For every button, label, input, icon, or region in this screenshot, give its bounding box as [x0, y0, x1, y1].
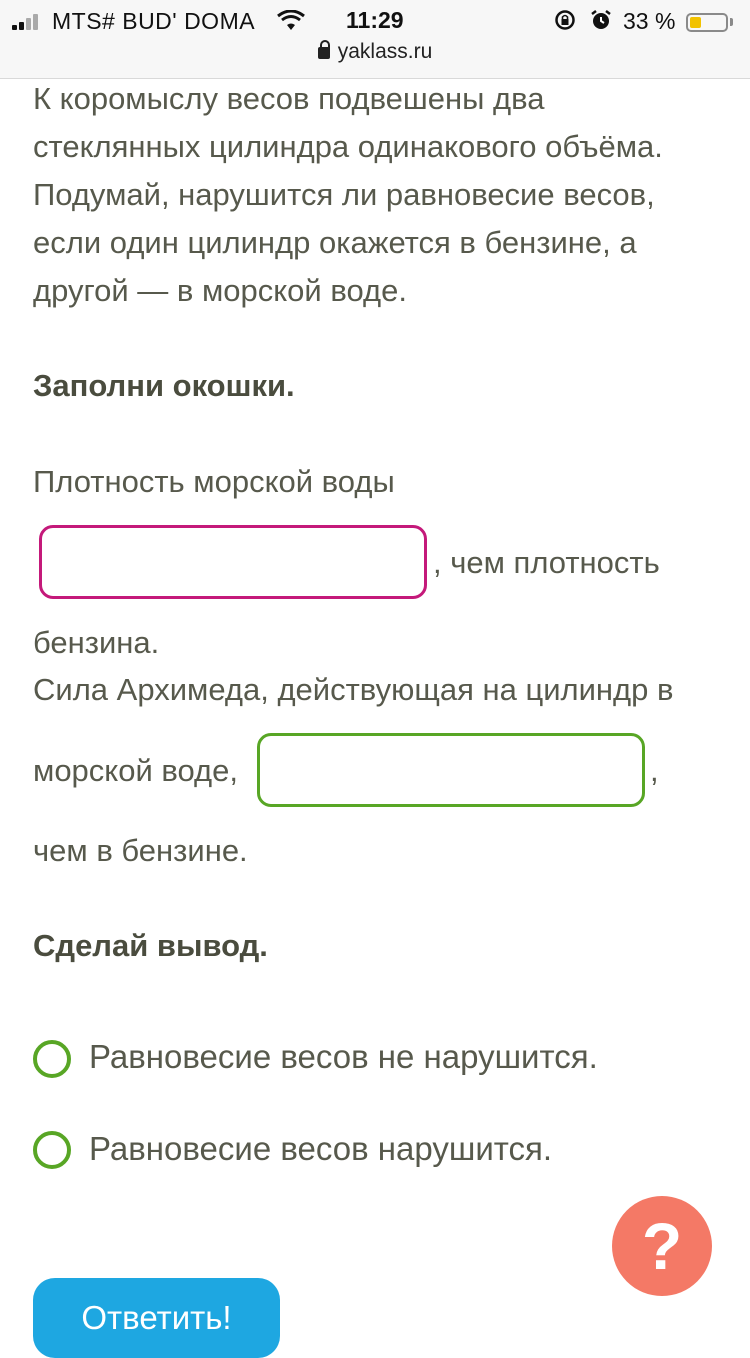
url-text: yaklass.ru — [337, 40, 433, 63]
battery-level — [690, 17, 701, 28]
clock: 11:29 — [346, 7, 404, 33]
status-bar: MTS# BUD' DOMA 11:29 33 % yaklass.ru — [0, 0, 750, 79]
battery-tip — [730, 18, 733, 26]
intro-line: если один цилиндр окажется в бензине, а — [33, 225, 637, 260]
padlock-icon — [317, 40, 330, 59]
option-label-disturbed[interactable]: Равновесие весов нарушится. — [89, 1130, 552, 1168]
address-bar[interactable]: yaklass.ru — [0, 40, 750, 64]
fill-heading: Заполни окошки. — [33, 368, 295, 403]
option-label-not-disturbed[interactable]: Равновесие весов не нарушится. — [89, 1038, 598, 1076]
rotation-lock-icon — [555, 10, 575, 30]
sentence1-end: бензина. — [33, 625, 160, 660]
intro-line: стеклянных цилиндра одинакового объёма. — [33, 129, 663, 164]
alarm-icon — [591, 10, 611, 29]
carrier-name: MTS# BUD' DOMA — [52, 8, 256, 34]
battery-icon — [686, 13, 728, 32]
sentence1-start: Плотность морской воды — [33, 464, 395, 499]
intro-line: К коромыслу весов подвешены два — [33, 81, 545, 116]
sentence1-after-input: , чем плотность — [433, 545, 660, 580]
radio-option-not-disturbed[interactable] — [33, 1040, 71, 1078]
submit-answer-button[interactable]: Ответить! — [33, 1278, 280, 1358]
archimedes-force-answer-input[interactable] — [257, 733, 645, 807]
sentence2-end: чем в бензине. — [33, 833, 248, 868]
sentence2-before-input: морской воде, — [33, 753, 238, 788]
sentence2-start: Сила Архимеда, действующая на цилиндр в — [33, 672, 674, 707]
intro-line: другой — в морской воде. — [33, 273, 407, 308]
signal-icon — [12, 14, 42, 30]
intro-line: Подумай, нарушится ли равновесие весов, — [33, 177, 655, 212]
density-answer-input[interactable] — [39, 525, 427, 599]
wifi-icon — [277, 10, 305, 30]
radio-option-disturbed[interactable] — [33, 1131, 71, 1169]
conclusion-heading: Сделай вывод. — [33, 928, 268, 963]
task-description: К коромыслу весов подвешены два стеклянн… — [33, 75, 713, 315]
help-button[interactable]: ? — [612, 1196, 712, 1296]
sentence2-after-input: , — [650, 753, 659, 788]
battery-percent: 33 % — [623, 8, 676, 34]
